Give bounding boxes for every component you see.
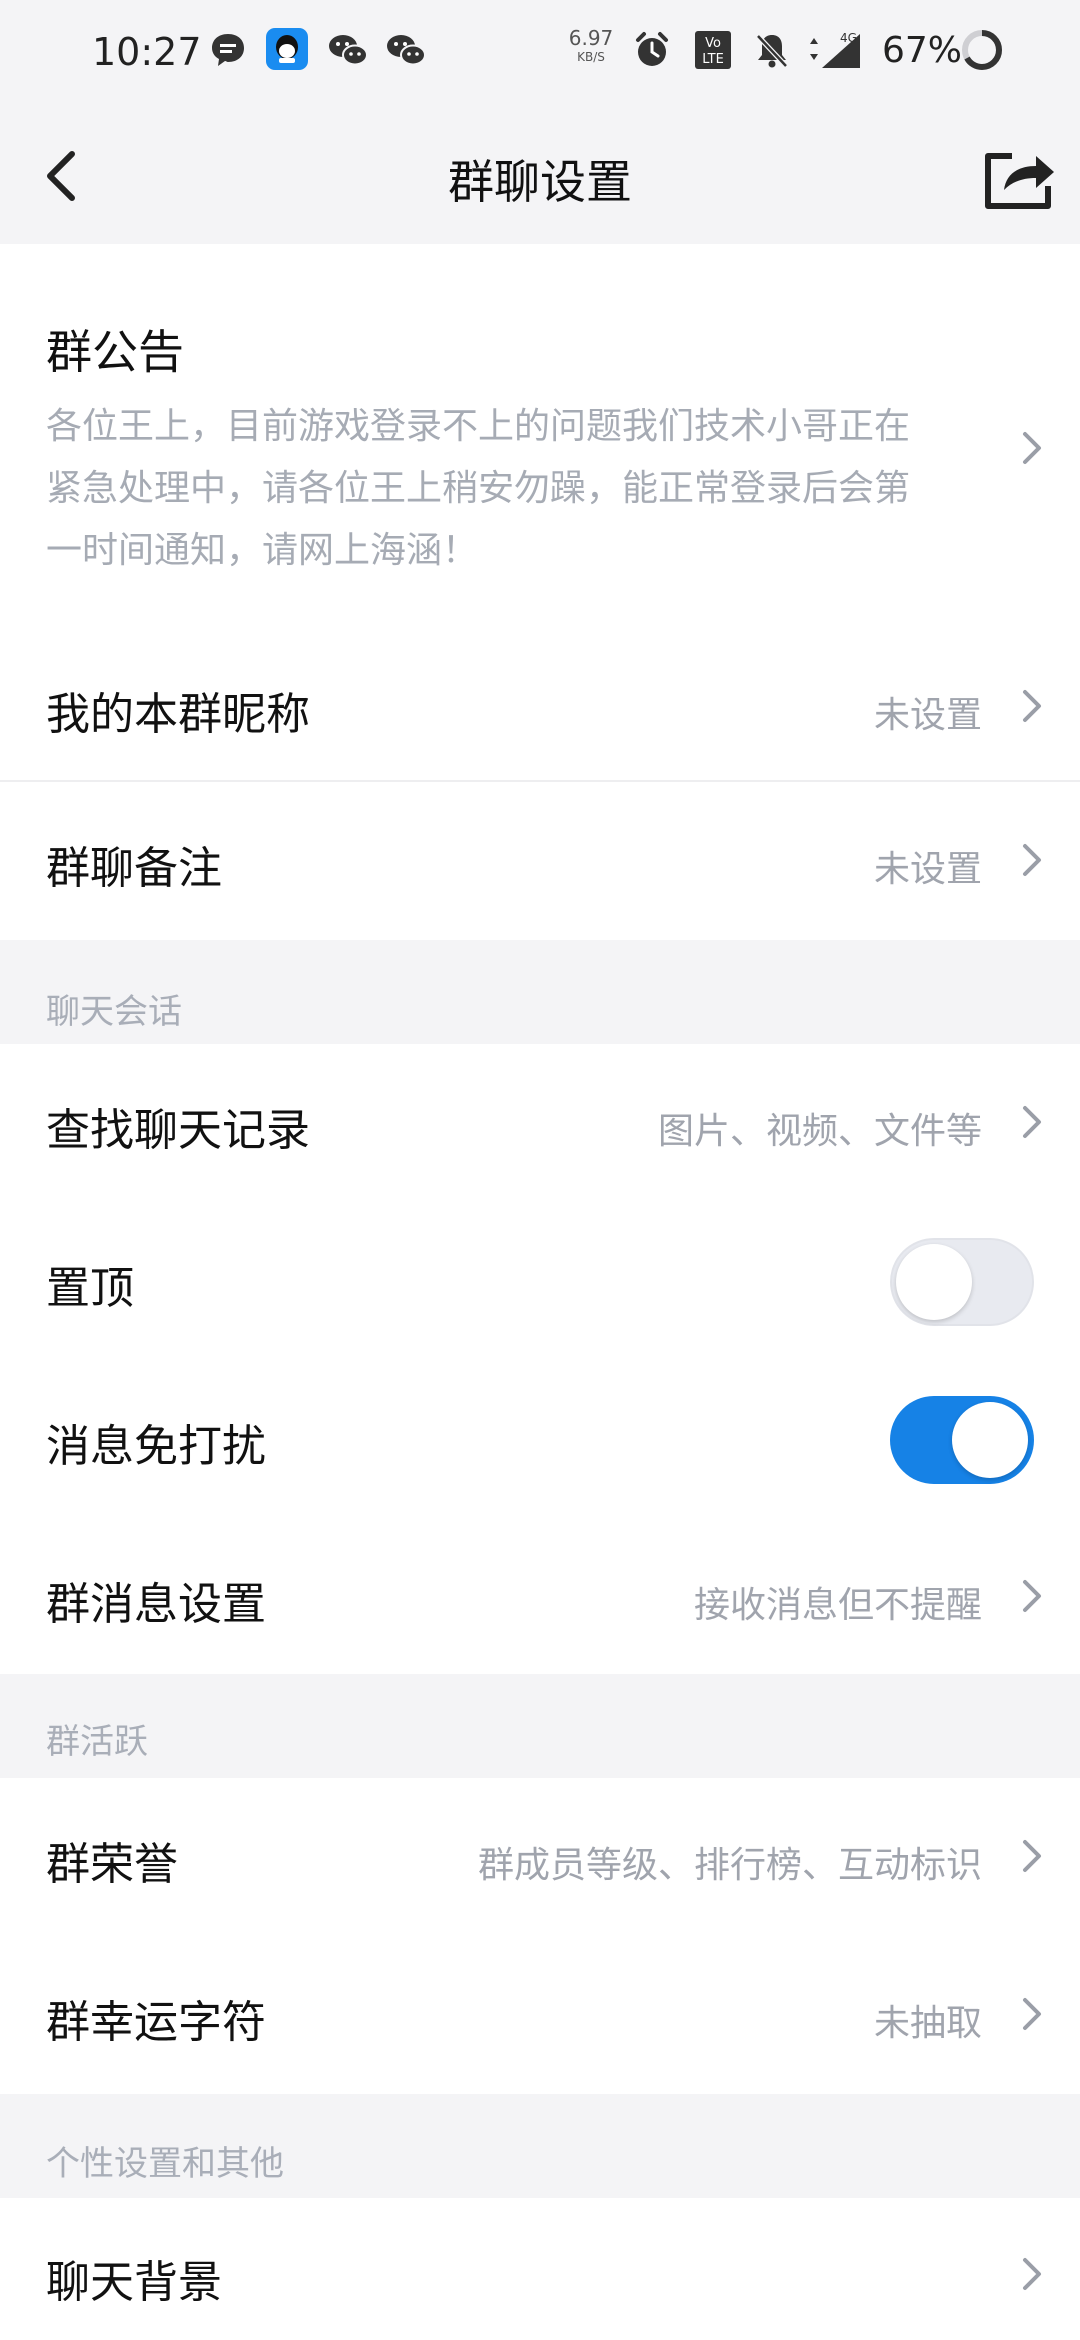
section-header-chat: 聊天会话: [0, 940, 1080, 1044]
chevron-right-icon: [1023, 2258, 1041, 2290]
volte-icon: Vo LTE: [695, 31, 731, 69]
my-nickname-value: 未设置: [873, 695, 982, 736]
section-header-activity: 群活跃: [0, 1674, 1080, 1778]
do-not-disturb-label: 消息免打扰: [46, 1421, 266, 1472]
svg-text:LTE: LTE: [702, 52, 724, 67]
status-bar: 10:27 6.97 KB/S Vo LTE 4G 67%: [0, 0, 1080, 108]
chevron-right-icon: [1023, 1580, 1041, 1612]
chevron-right-icon: [1023, 1998, 1041, 2030]
group-message-settings-value: 接收消息但不提醒: [693, 1585, 982, 1626]
do-not-disturb-row: 消息免打扰: [0, 1360, 1080, 1518]
pin-top-row: 置顶: [0, 1202, 1080, 1360]
toggle-knob: [952, 1402, 1028, 1478]
network-speed: 6.97 KB/S: [568, 26, 614, 64]
toggle-knob: [896, 1244, 972, 1320]
wechat-icon: [387, 35, 426, 66]
group-message-settings-label: 群消息设置: [46, 1579, 266, 1630]
search-history-value: 图片、视频、文件等: [657, 1111, 982, 1152]
svg-text:4G: 4G: [840, 31, 857, 45]
search-history-label: 查找聊天记录: [46, 1105, 310, 1156]
do-not-disturb-toggle[interactable]: [890, 1396, 1034, 1484]
page-title: 群聊设置: [448, 155, 632, 209]
group-remark-value: 未设置: [873, 849, 982, 890]
battery-percent: 67%: [882, 30, 963, 71]
pin-top-toggle[interactable]: [890, 1238, 1034, 1326]
pin-top-label: 置顶: [46, 1263, 134, 1314]
group-lucky-char-value: 未抽取: [873, 2003, 982, 2044]
wechat-icon: [329, 35, 368, 66]
my-nickname-row[interactable]: 我的本群昵称 未设置: [0, 634, 1080, 780]
group-notice-title: 群公告: [46, 325, 184, 379]
group-remark-row[interactable]: 群聊备注 未设置: [0, 782, 1080, 940]
svg-text:Vo: Vo: [705, 36, 721, 51]
alarm-icon: [636, 32, 668, 66]
section-header-personal: 个性设置和其他: [0, 2094, 1080, 2198]
signal-icon: 4G: [810, 31, 860, 68]
chevron-right-icon: [1023, 1106, 1041, 1138]
group-lucky-char-label: 群幸运字符: [46, 1997, 266, 2048]
status-time: 10:27: [92, 30, 202, 74]
chevron-right-icon: [1023, 690, 1041, 722]
nav-bar: 群聊设置: [0, 108, 1080, 244]
chat-background-row[interactable]: 聊天背景: [0, 2198, 1080, 2340]
battery-ring-icon: [962, 30, 1002, 70]
my-nickname-label: 我的本群昵称: [46, 689, 310, 740]
chevron-right-icon: [1023, 432, 1041, 464]
group-lucky-char-row[interactable]: 群幸运字符 未抽取: [0, 1936, 1080, 2094]
share-button[interactable]: [982, 142, 1058, 214]
group-honor-label: 群荣誉: [46, 1839, 178, 1890]
group-message-settings-row[interactable]: 群消息设置 接收消息但不提醒: [0, 1518, 1080, 1674]
group-honor-row[interactable]: 群荣誉 群成员等级、排行榜、互动标识: [0, 1778, 1080, 1936]
message-bubble-icon: [212, 34, 244, 66]
group-notice-text: 各位王上，目前游戏登录不上的问题我们技术小哥正在 紧急处理中，请各位王上稍安勿躁…: [46, 406, 911, 571]
qq-app-icon: [266, 28, 308, 70]
group-honor-value: 群成员等级、排行榜、互动标识: [477, 1845, 982, 1886]
chevron-right-icon: [1023, 1840, 1041, 1872]
chevron-right-icon: [1023, 844, 1041, 876]
mute-bell-icon: [756, 34, 788, 68]
chat-background-label: 聊天背景: [46, 2257, 222, 2308]
group-remark-label: 群聊备注: [46, 843, 222, 894]
search-history-row[interactable]: 查找聊天记录 图片、视频、文件等: [0, 1044, 1080, 1202]
